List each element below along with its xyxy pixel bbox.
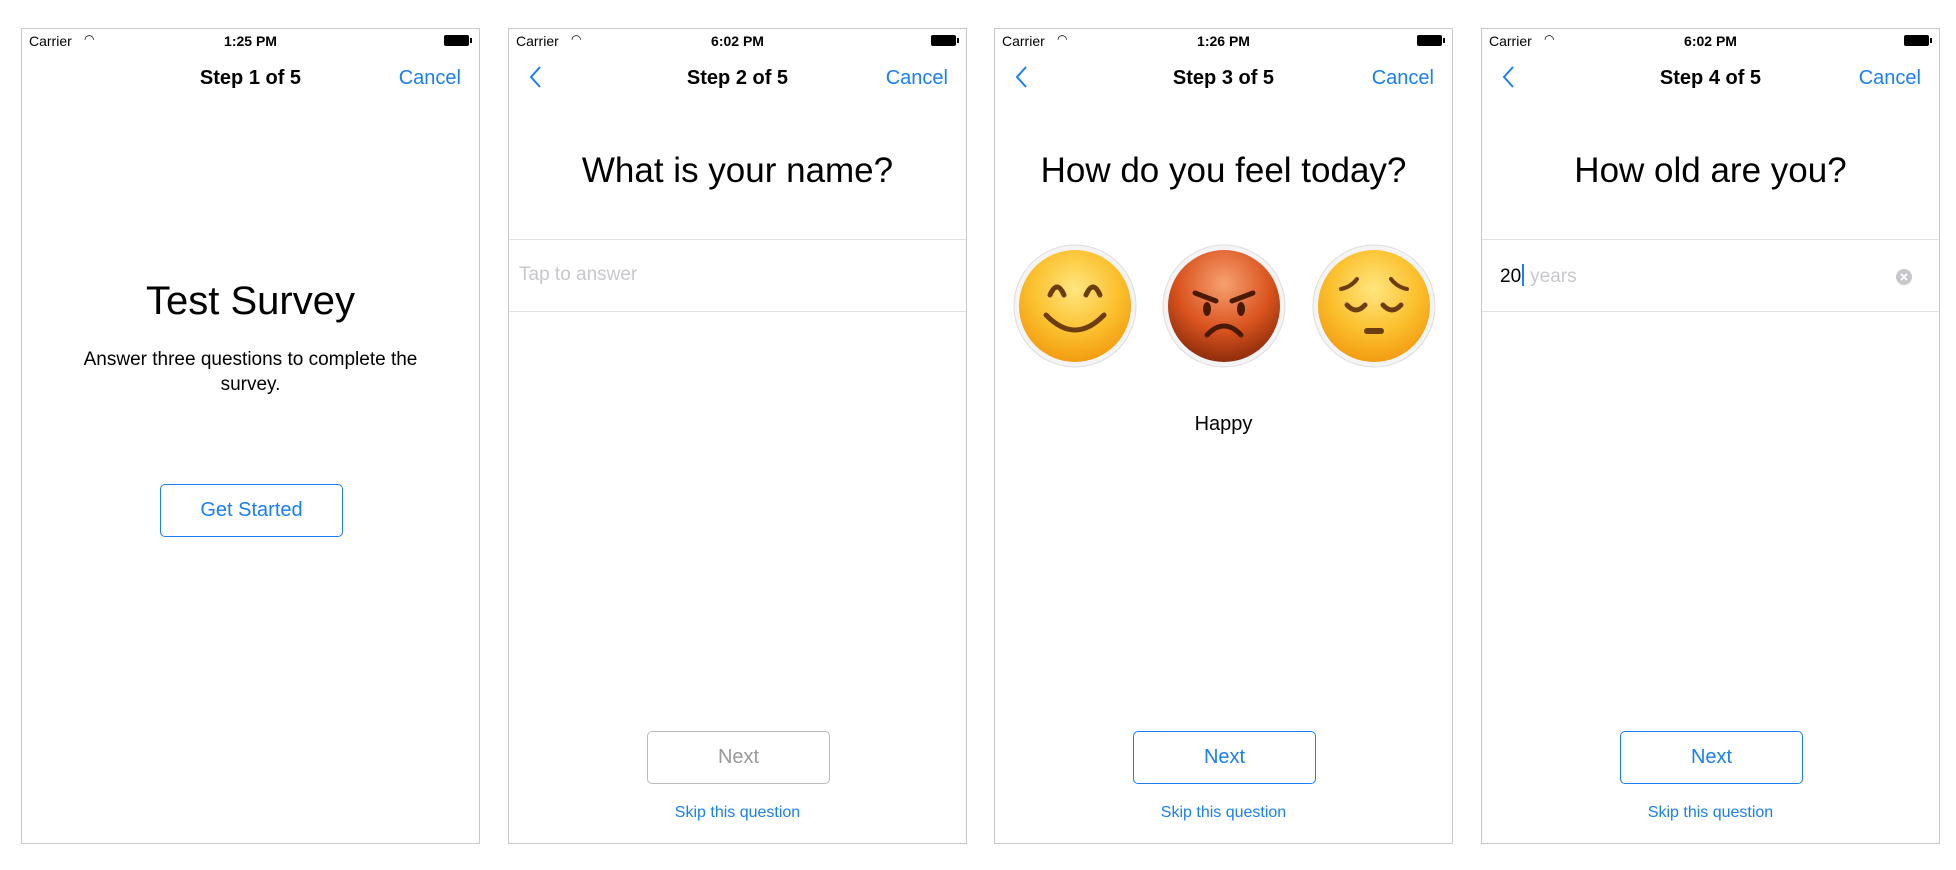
name-input[interactable] [519, 264, 899, 286]
skip-question-link[interactable]: Skip this question [1648, 804, 1773, 821]
battery-icon [1417, 35, 1445, 46]
cancel-button[interactable]: Cancel [399, 67, 461, 90]
pensive-face-icon[interactable] [1311, 243, 1437, 369]
battery-icon [1904, 35, 1932, 46]
next-button[interactable]: Next [1620, 731, 1803, 784]
cancel-button[interactable]: Cancel [1372, 67, 1434, 90]
status-time: 1:25 PM [224, 33, 277, 49]
skip-link: Skip this question [1482, 804, 1939, 822]
battery-icon [931, 35, 959, 46]
skip-question-link[interactable]: Skip this question [1161, 804, 1286, 821]
get-started-button[interactable]: Get Started [160, 484, 343, 537]
clear-icon[interactable] [1895, 268, 1913, 286]
status-bar: Carrier ◠ 1:26 PM [995, 29, 1452, 51]
status-bar: Carrier ◠ 1:25 PM [22, 29, 479, 51]
age-value: 20 [1500, 266, 1522, 287]
skip-link: Skip this question [995, 804, 1452, 822]
next-button[interactable]: Next [1133, 731, 1316, 784]
question-title: How do you feel today? [1040, 151, 1407, 190]
status-time: 1:26 PM [1197, 33, 1250, 49]
screen-step-3: Carrier ◠ 1:26 PM Step 3 of 5 Cancel How… [994, 28, 1453, 844]
cancel-button[interactable]: Cancel [1859, 67, 1921, 90]
battery-icon [444, 35, 472, 46]
age-field[interactable]: 20 years [1482, 239, 1939, 312]
next-button[interactable]: Next [647, 731, 830, 784]
screen-step-4: Carrier ◠ 6:02 PM Step 4 of 5 Cancel How… [1481, 28, 1940, 844]
status-bar: Carrier ◠ 6:02 PM [1482, 29, 1939, 51]
age-unit: years [1530, 266, 1577, 287]
selected-option-label: Happy [1194, 413, 1253, 435]
cancel-button[interactable]: Cancel [886, 67, 948, 90]
answer-field [509, 239, 966, 312]
screen-step-2: Carrier ◠ 6:02 PM Step 2 of 5 Cancel Wha… [508, 28, 967, 844]
happy-face-icon[interactable] [1012, 243, 1138, 369]
skip-question-link[interactable]: Skip this question [675, 804, 800, 821]
survey-title: Test Survey [146, 279, 355, 323]
survey-description: Answer three questions to complete the s… [83, 349, 418, 395]
age-input[interactable]: 20 years [1500, 264, 1577, 288]
text-cursor [1522, 264, 1525, 286]
angry-face-icon[interactable] [1161, 243, 1287, 369]
status-bar: Carrier ◠ 6:02 PM [509, 29, 966, 51]
status-time: 6:02 PM [1684, 33, 1737, 49]
question-title: What is your name? [581, 151, 894, 190]
question-title: How old are you? [1574, 151, 1847, 190]
status-time: 6:02 PM [711, 33, 764, 49]
skip-link: Skip this question [509, 804, 966, 822]
screen-step-1: Carrier ◠ 1:25 PM Step 1 of 5 Cancel Tes… [21, 28, 480, 844]
